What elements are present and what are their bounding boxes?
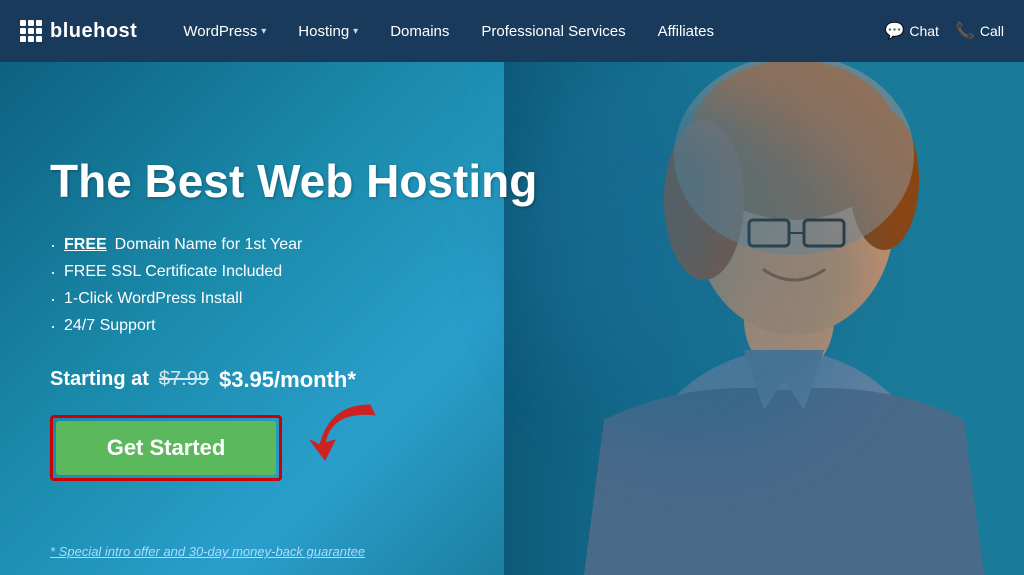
pricing-prefix: Starting at	[50, 368, 149, 391]
hero-features-list: · FREE Domain Name for 1st Year · FREE S…	[50, 235, 974, 343]
cta-area: Get Started	[50, 415, 974, 481]
nav-domains[interactable]: Domains	[374, 0, 465, 62]
feature-wordpress: · 1-Click WordPress Install	[50, 289, 974, 310]
feature-domain-text: Domain Name for 1st Year	[115, 236, 303, 254]
phone-icon: 📞	[955, 21, 975, 41]
chat-icon: 💬	[884, 21, 904, 41]
cta-button-wrapper: Get Started	[50, 415, 282, 481]
arrow-decoration	[300, 395, 380, 465]
feature-ssl-text: FREE SSL Certificate Included	[64, 263, 282, 281]
old-price: $7.99	[159, 368, 209, 391]
navbar: bluehost WordPress ▾ Hosting ▾ Domains P…	[0, 0, 1024, 62]
feature-wordpress-text: 1-Click WordPress Install	[64, 290, 242, 308]
feature-ssl: · FREE SSL Certificate Included	[50, 262, 974, 283]
nav-hosting[interactable]: Hosting ▾	[282, 0, 374, 62]
feature-support-text: 24/7 Support	[64, 317, 156, 335]
get-started-button[interactable]: Get Started	[56, 421, 276, 475]
wordpress-dropdown-arrow: ▾	[261, 26, 266, 37]
chat-button[interactable]: 💬 Chat	[884, 21, 939, 41]
guarantee-text[interactable]: * Special intro offer and 30-day money-b…	[50, 544, 365, 559]
nav-professional-services[interactable]: Professional Services	[465, 0, 641, 62]
logo-text: bluehost	[50, 20, 137, 43]
nav-links: WordPress ▾ Hosting ▾ Domains Profession…	[167, 0, 884, 62]
hero-title: The Best Web Hosting	[50, 156, 610, 207]
new-price: $3.95/month*	[219, 367, 356, 393]
feature-free-label: FREE	[64, 236, 107, 254]
hero-section: The Best Web Hosting · FREE Domain Name …	[0, 62, 1024, 575]
logo-area[interactable]: bluehost	[20, 20, 137, 43]
hosting-dropdown-arrow: ▾	[353, 26, 358, 37]
logo-grid-icon	[20, 20, 42, 42]
call-button[interactable]: 📞 Call	[955, 21, 1004, 41]
feature-support: · 24/7 Support	[50, 316, 974, 337]
feature-domain: · FREE Domain Name for 1st Year	[50, 235, 974, 256]
nav-wordpress[interactable]: WordPress ▾	[167, 0, 282, 62]
nav-right-actions: 💬 Chat 📞 Call	[884, 21, 1004, 41]
nav-affiliates[interactable]: Affiliates	[642, 0, 730, 62]
pricing-area: Starting at $7.99 $3.95/month*	[50, 367, 974, 393]
